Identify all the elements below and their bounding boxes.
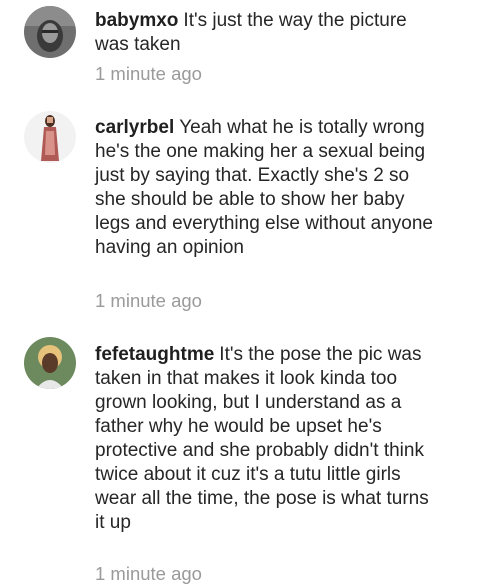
comment-item: fefetaughtme It's the pose the pic was ta… bbox=[0, 0, 479, 584]
comment-message: It's the pose the pic was taken in that … bbox=[95, 344, 429, 533]
avatar-photo-icon bbox=[24, 337, 76, 389]
comment-username[interactable]: fefetaughtme bbox=[95, 344, 214, 365]
user-avatar[interactable] bbox=[24, 337, 76, 389]
comment-timestamp: 1 minute ago bbox=[95, 563, 202, 584]
comment-text: fefetaughtme It's the pose the pic was ta… bbox=[95, 343, 439, 535]
